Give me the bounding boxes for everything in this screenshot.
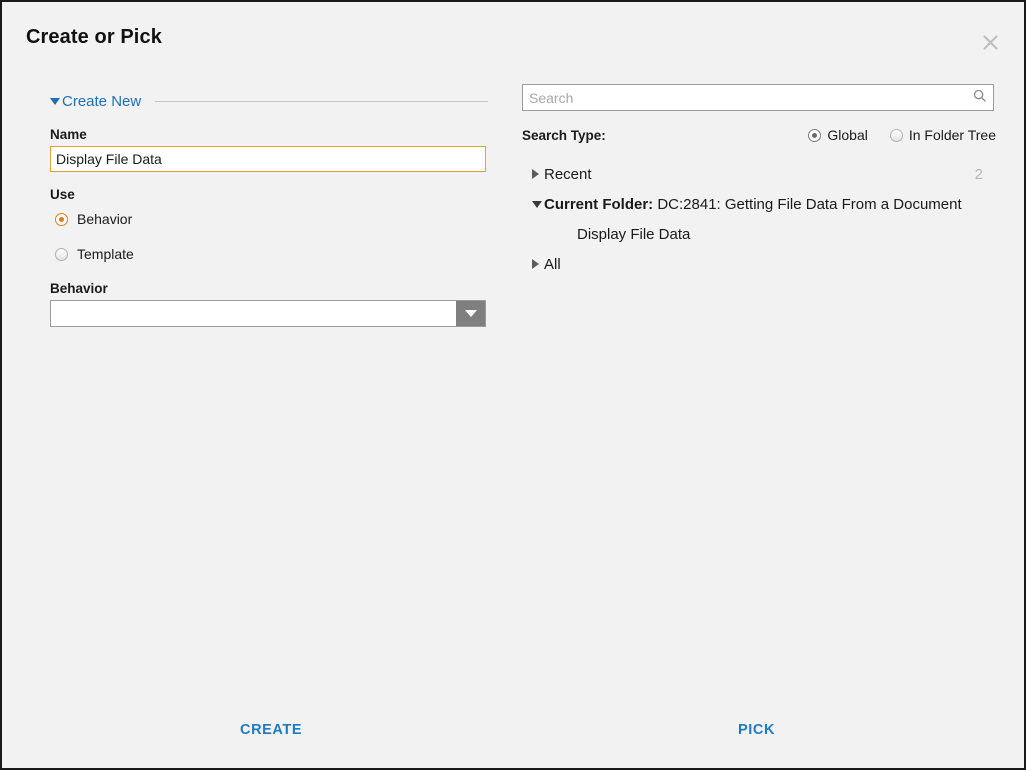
- radio-use-behavior[interactable]: Behavior: [50, 207, 490, 231]
- caret-down-icon[interactable]: [522, 200, 544, 208]
- tree-row-count: 2: [974, 165, 983, 183]
- tree-row-label-text: DC:2841: Getting File Data From a Docume…: [657, 195, 962, 213]
- radio-unselected-icon: [889, 128, 903, 142]
- radio-selected-icon: [55, 212, 68, 226]
- search-type-row: Search Type: Global In Folder Tree: [522, 125, 996, 145]
- radio-search-type-global[interactable]: Global: [808, 123, 868, 147]
- create-new-section-label: Create New: [62, 92, 142, 110]
- tree-row-label: Recent: [544, 165, 592, 183]
- search-type-options: Global In Folder Tree: [808, 123, 996, 147]
- search-and-tree-panel: Search Type: Global In Folder Tree Recen…: [522, 84, 996, 279]
- radio-use-template[interactable]: Template: [50, 242, 490, 266]
- close-icon[interactable]: [976, 28, 1004, 56]
- section-divider: [155, 100, 488, 102]
- radio-selected-icon: [808, 128, 822, 142]
- tree-row-label: Display File Data: [577, 225, 691, 243]
- name-input-wrapper: [50, 146, 486, 172]
- create-or-pick-dialog: Create or Pick Create New Name Use Behav…: [0, 0, 1026, 770]
- page-title: Create or Pick: [26, 26, 162, 48]
- results-tree: Recent 2 Current Folder: DC:2841: Gettin…: [522, 159, 996, 279]
- radio-use-behavior-label: Behavior: [77, 211, 133, 227]
- pick-button[interactable]: PICK: [728, 716, 785, 744]
- tree-row-current-folder[interactable]: Current Folder: DC:2841: Getting File Da…: [522, 189, 996, 219]
- search-field-wrapper: [522, 84, 994, 111]
- behavior-field-label: Behavior: [50, 281, 108, 296]
- tree-row-all[interactable]: All: [522, 249, 996, 279]
- chevron-down-icon[interactable]: [456, 301, 485, 326]
- name-input[interactable]: [50, 146, 486, 172]
- create-new-panel: Create New Name Use Behavior Template Be…: [50, 90, 490, 327]
- caret-right-icon[interactable]: [522, 259, 544, 269]
- use-field-label: Use: [50, 187, 75, 202]
- name-field-label: Name: [50, 127, 87, 142]
- tree-row-recent[interactable]: Recent 2: [522, 159, 996, 189]
- tree-row-label: All: [544, 255, 561, 273]
- behavior-select[interactable]: [50, 300, 486, 327]
- radio-unselected-icon: [55, 247, 68, 261]
- create-new-section-header[interactable]: Create New: [50, 90, 490, 112]
- search-type-label: Search Type:: [522, 127, 606, 143]
- search-input[interactable]: [523, 85, 993, 110]
- radio-search-type-global-label: Global: [827, 127, 868, 143]
- radio-search-type-in-folder-tree[interactable]: In Folder Tree: [889, 123, 996, 147]
- dialog-footer: CREATE PICK: [2, 696, 1024, 768]
- caret-right-icon[interactable]: [522, 169, 544, 179]
- caret-down-icon: [50, 97, 60, 105]
- tree-row-display-file-data[interactable]: Display File Data: [522, 219, 996, 249]
- tree-row-label: Current Folder: DC:2841: Getting File Da…: [544, 196, 962, 213]
- behavior-select-value: [51, 301, 456, 326]
- tree-row-label-prefix: Current Folder:: [544, 195, 654, 213]
- radio-search-type-in-folder-tree-label: In Folder Tree: [908, 127, 996, 143]
- radio-use-template-label: Template: [77, 246, 134, 262]
- create-button[interactable]: CREATE: [230, 716, 312, 744]
